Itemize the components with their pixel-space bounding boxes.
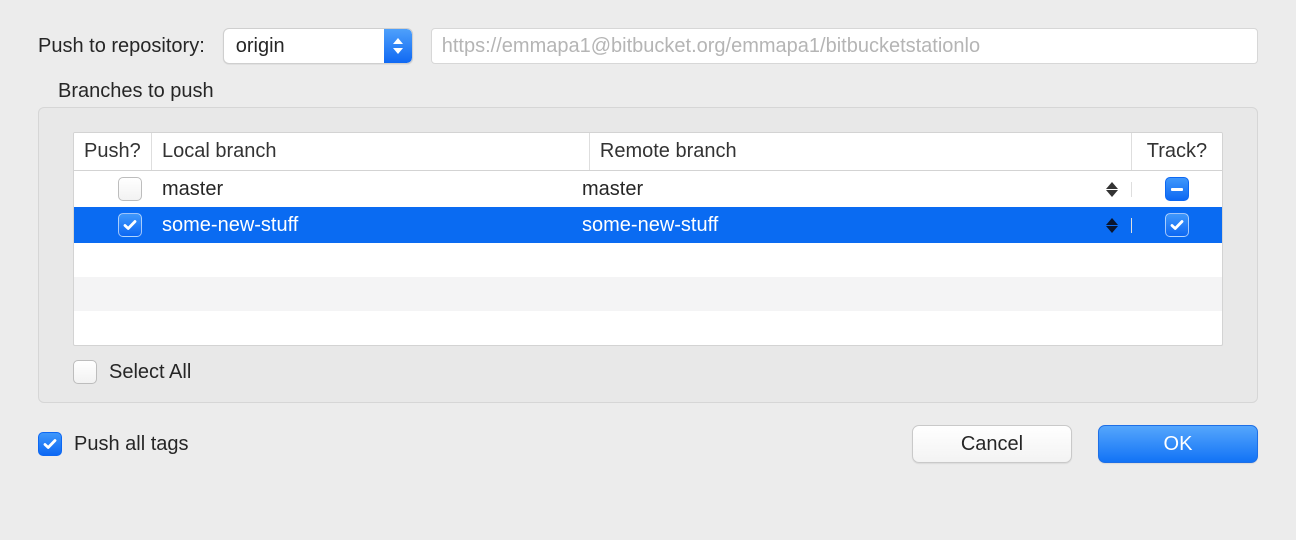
dialog-footer: Push all tags Cancel OK [38,403,1258,463]
empty-row [74,243,1222,277]
select-all-row: Select All [73,346,1223,384]
branches-table: Push? Local branch Remote branch Track? … [73,132,1223,346]
table-body: master master [74,171,1222,345]
track-checkbox[interactable] [1165,177,1189,201]
remote-url-value: https://emmapa1@bitbucket.org/emmapa1/bi… [442,35,980,58]
select-stepper-icon [384,29,412,63]
column-header-push[interactable]: Push? [74,133,152,170]
branches-group: Push? Local branch Remote branch Track? … [38,107,1258,403]
cancel-button[interactable]: Cancel [912,425,1072,463]
push-dialog: Push to repository: origin https://emmap… [0,0,1296,483]
remote-url-field[interactable]: https://emmapa1@bitbucket.org/emmapa1/bi… [431,28,1258,64]
remote-select-value: origin [224,31,384,62]
table-header: Push? Local branch Remote branch Track? [74,133,1222,171]
table-row[interactable]: some-new-stuff some-new-stuff [74,207,1222,243]
stepper-icon[interactable] [1106,218,1118,233]
push-checkbox[interactable] [118,213,142,237]
push-tags-label: Push all tags [74,433,189,456]
push-tags-checkbox[interactable] [38,432,62,456]
empty-row [74,311,1222,345]
remote-branch-cell: some-new-stuff [582,214,718,237]
button-row: Cancel OK [912,425,1258,463]
table-row[interactable]: master master [74,171,1222,207]
repository-row: Push to repository: origin https://emmap… [38,14,1258,66]
column-header-remote[interactable]: Remote branch [590,133,1132,170]
stepper-icon[interactable] [1106,182,1118,197]
local-branch-cell: master [162,178,223,201]
local-branch-cell: some-new-stuff [162,214,298,237]
ok-button[interactable]: OK [1098,425,1258,463]
push-tags-row: Push all tags [38,432,189,456]
track-checkbox[interactable] [1165,213,1189,237]
push-to-label: Push to repository: [38,35,205,58]
remote-branch-cell: master [582,178,643,201]
select-all-checkbox[interactable] [73,360,97,384]
column-header-track[interactable]: Track? [1132,133,1222,170]
push-checkbox[interactable] [118,177,142,201]
select-all-label: Select All [109,361,191,384]
column-header-local[interactable]: Local branch [152,133,590,170]
branches-group-label: Branches to push [58,80,1258,103]
remote-select[interactable]: origin [223,28,413,64]
empty-row [74,277,1222,311]
